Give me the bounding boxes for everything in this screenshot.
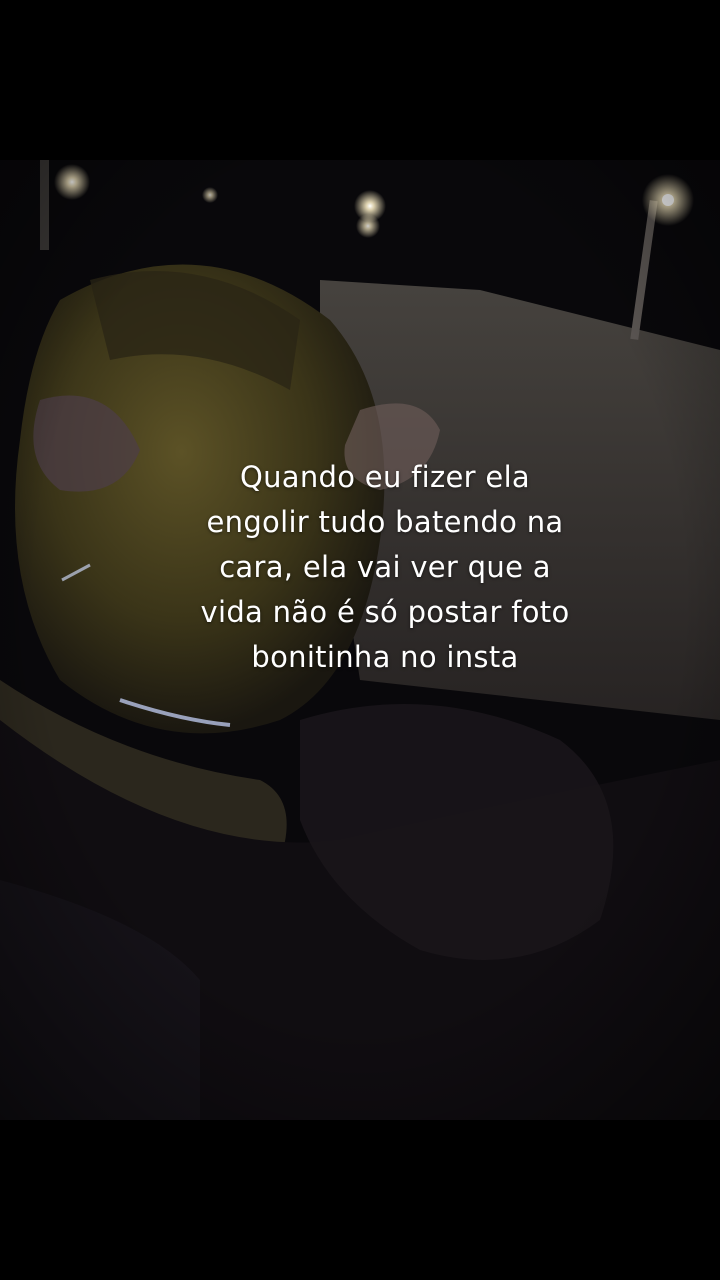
letterbox-top xyxy=(0,0,720,160)
story-caption: Quando eu fizer ela engolir tudo batendo… xyxy=(200,460,570,674)
letterbox-bottom xyxy=(0,1120,720,1280)
